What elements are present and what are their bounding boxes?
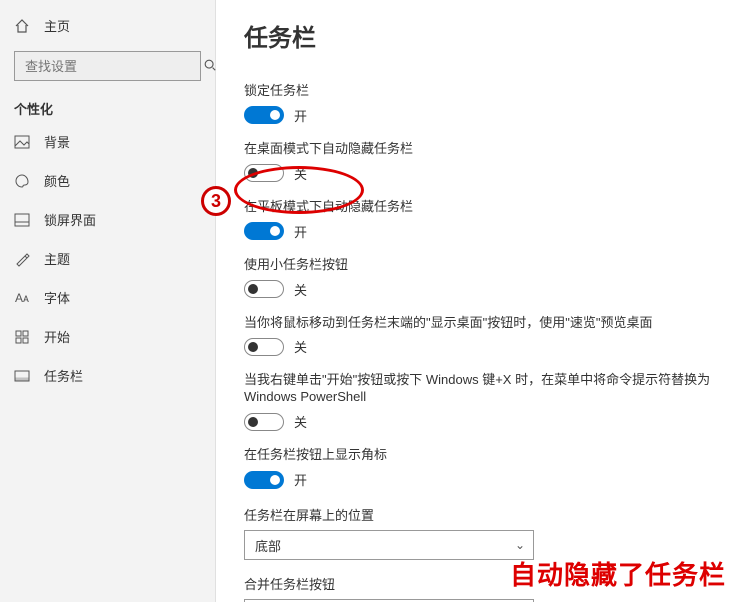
annotation-caption: 自动隐藏了任务栏 (510, 555, 726, 592)
search-icon (203, 58, 217, 75)
sidebar-item-themes[interactable]: 主题 (0, 239, 215, 278)
setting-group: 当你将鼠标移动到任务栏末端的"显示桌面"按钮时，使用"速览"预览桌面关 (244, 315, 736, 357)
setting-group: 在任务栏按钮上显示角标开 (244, 447, 736, 489)
setting-label: 在桌面模式下自动隐藏任务栏 (244, 141, 736, 158)
setting-group: 锁定任务栏开 (244, 83, 736, 125)
toggle-state-text: 关 (294, 337, 307, 356)
sidebar-item-start[interactable]: 开始 (0, 317, 215, 356)
setting-label: 当你将鼠标移动到任务栏末端的"显示桌面"按钮时，使用"速览"预览桌面 (244, 315, 736, 332)
setting-label: 使用小任务栏按钮 (244, 257, 736, 274)
font-icon: Aᴀ (14, 291, 30, 305)
nav-home-label: 主页 (44, 16, 70, 35)
search-input[interactable] (23, 58, 203, 75)
setting-label: 锁定任务栏 (244, 83, 736, 100)
setting-group: 使用小任务栏按钮关 (244, 257, 736, 299)
theme-icon (14, 251, 30, 267)
sidebar-item-fonts[interactable]: Aᴀ 字体 (0, 278, 215, 317)
sidebar-item-label: 字体 (44, 288, 70, 307)
setting-label: 在平板模式下自动隐藏任务栏 (244, 199, 736, 216)
toggle-switch[interactable] (244, 471, 284, 489)
sidebar: 主页 个性化 背景 颜色 锁屏界面 主题 Aᴀ 字体 (0, 0, 216, 602)
toggle-switch[interactable] (244, 413, 284, 431)
sidebar-item-label: 背景 (44, 132, 70, 151)
sidebar-item-label: 主题 (44, 249, 70, 268)
toggle-state-text: 关 (294, 164, 307, 183)
dropdown-value: 底部 (255, 536, 281, 555)
sidebar-item-label: 开始 (44, 327, 70, 346)
sidebar-item-lockscreen[interactable]: 锁屏界面 (0, 200, 215, 239)
sidebar-item-label: 锁屏界面 (44, 210, 96, 229)
toggle-state-text: 开 (294, 470, 307, 489)
toggle-state-text: 开 (294, 222, 307, 241)
setting-group: 在桌面模式下自动隐藏任务栏关 (244, 141, 736, 183)
palette-icon (14, 173, 30, 189)
sidebar-item-colors[interactable]: 颜色 (0, 161, 215, 200)
picture-icon (14, 135, 30, 149)
toggle-switch[interactable] (244, 106, 284, 124)
chevron-down-icon: ⌄ (515, 538, 525, 552)
setting-label: 在任务栏按钮上显示角标 (244, 447, 736, 464)
page-title: 任务栏 (244, 18, 736, 53)
setting-label: 当我右键单击"开始"按钮或按下 Windows 键+X 时，在菜单中将命令提示符… (244, 372, 736, 406)
dropdown[interactable]: 底部 ⌄ (244, 530, 534, 560)
annotation-badge: 3 (201, 186, 231, 216)
toggle-switch[interactable] (244, 164, 284, 182)
taskbar-icon (14, 370, 30, 382)
toggle-switch[interactable] (244, 338, 284, 356)
dropdown-label: 任务栏在屏幕上的位置 (244, 505, 736, 524)
lockscreen-icon (14, 213, 30, 227)
sidebar-item-taskbar[interactable]: 任务栏 (0, 356, 215, 395)
toggle-switch[interactable] (244, 222, 284, 240)
main-panel: 任务栏 锁定任务栏开在桌面模式下自动隐藏任务栏关在平板模式下自动隐藏任务栏开使用… (216, 0, 756, 602)
search-box[interactable] (14, 51, 201, 81)
setting-group: 在平板模式下自动隐藏任务栏开 (244, 199, 736, 241)
sidebar-item-label: 颜色 (44, 171, 70, 190)
start-icon (14, 330, 30, 344)
toggle-state-text: 开 (294, 106, 307, 125)
sidebar-item-background[interactable]: 背景 (0, 122, 215, 161)
toggle-state-text: 关 (294, 280, 307, 299)
sidebar-section-title: 个性化 (0, 91, 215, 122)
toggle-switch[interactable] (244, 280, 284, 298)
home-icon (14, 18, 30, 34)
toggle-state-text: 关 (294, 412, 307, 431)
sidebar-item-label: 任务栏 (44, 366, 83, 385)
setting-group: 当我右键单击"开始"按钮或按下 Windows 键+X 时，在菜单中将命令提示符… (244, 372, 736, 431)
nav-home[interactable]: 主页 (0, 10, 215, 41)
